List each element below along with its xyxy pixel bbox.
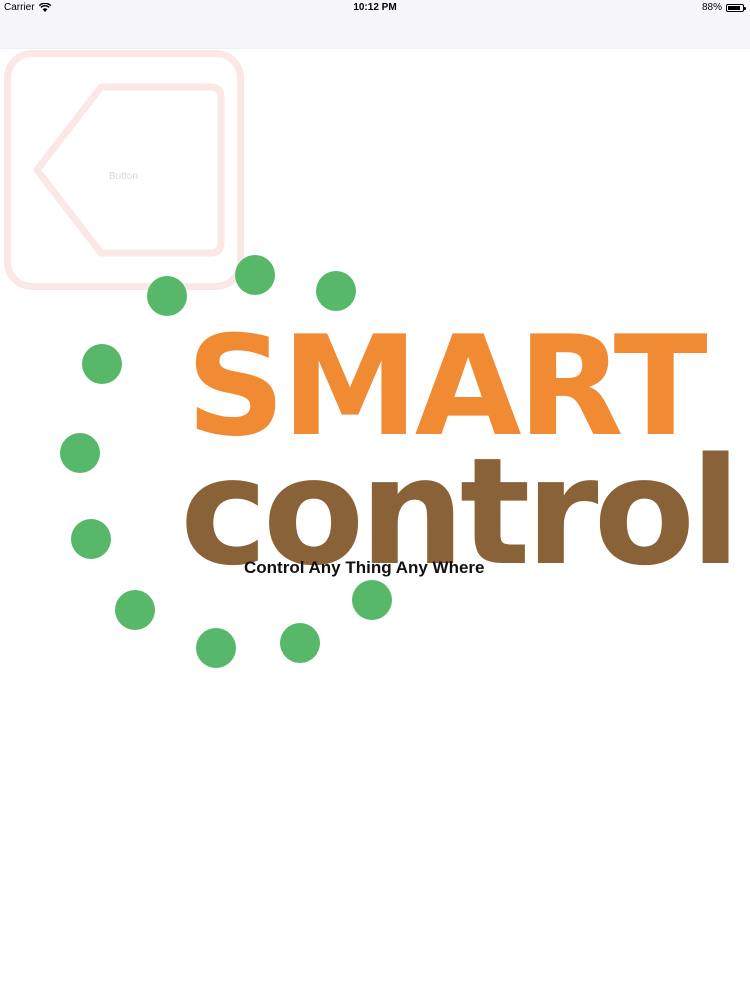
navigation-bar [0,16,750,49]
logo-dot [316,271,356,311]
logo-dot [115,590,155,630]
battery-percent: 88% [701,2,722,13]
status-right: 88% [701,2,746,13]
logo-word-smart: SMART [186,306,708,467]
tagline-text: Control Any Thing Any Where [244,558,485,577]
logo-dot [280,623,320,663]
back-button[interactable]: Button [4,50,244,290]
back-arrow-icon [33,83,225,257]
status-bar: Carrier 10:12 PM 88% [0,0,750,16]
back-button-label: Button [109,171,138,182]
logo-dot [82,344,122,384]
battery-level-fill [728,5,740,10]
app-screen: Carrier 10:12 PM 88% Button SMART contro… [0,0,750,1000]
status-time: 10:12 PM [353,2,397,13]
logo-dot [352,580,392,620]
logo-dot [196,628,236,668]
logo-dot [60,433,100,473]
battery-icon [726,3,746,12]
logo-dot [71,519,111,559]
